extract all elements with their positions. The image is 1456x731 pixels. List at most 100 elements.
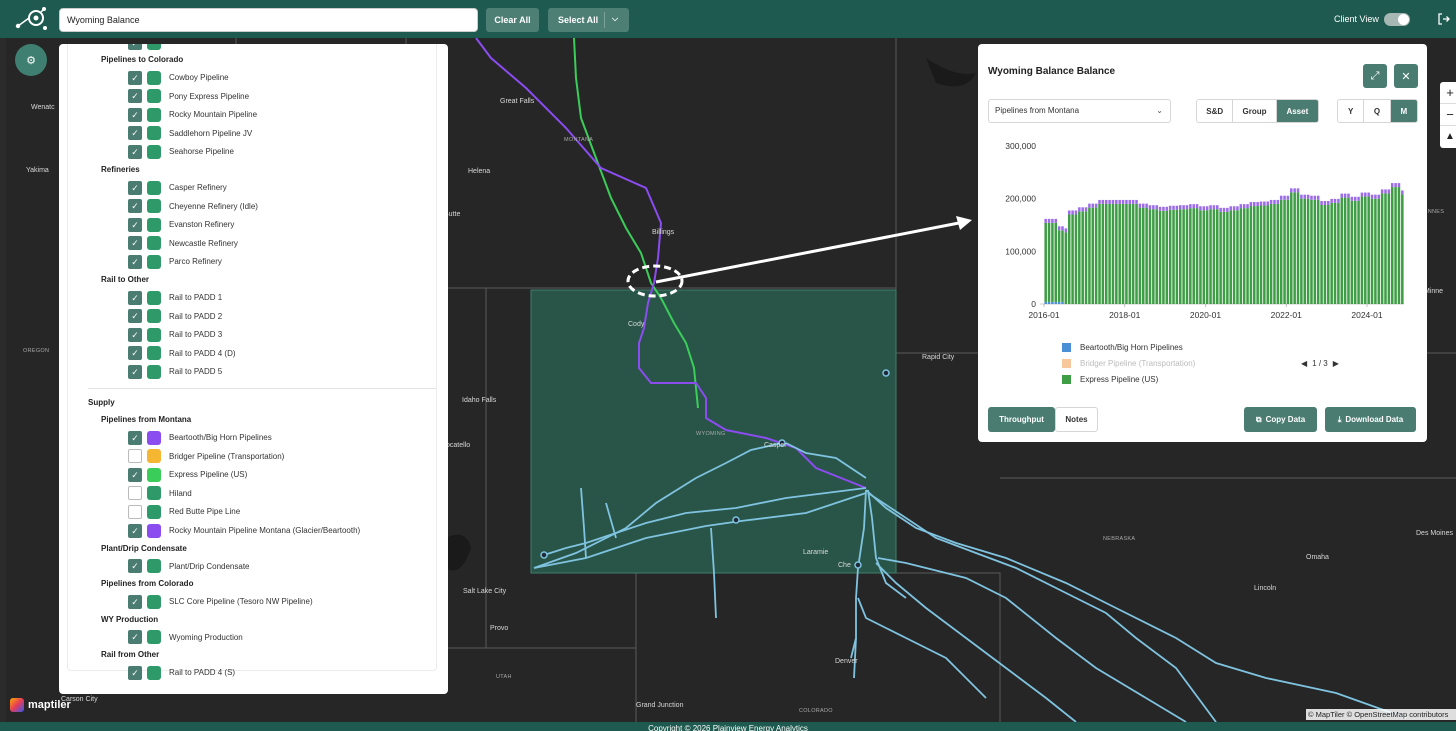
- layer-item[interactable]: ✓ Wyoming Production: [128, 630, 243, 645]
- layer-item[interactable]: ✓ Evanston Refinery: [128, 217, 234, 232]
- layer-color-swatch[interactable]: [147, 346, 161, 361]
- layer-color-swatch[interactable]: [147, 254, 161, 269]
- layer-color-swatch[interactable]: [147, 144, 161, 159]
- layer-checkbox[interactable]: ✓: [128, 236, 142, 251]
- layer-color-swatch[interactable]: [147, 126, 161, 141]
- layer-checkbox[interactable]: ✓: [128, 217, 142, 232]
- view-mode-asset[interactable]: Asset: [1276, 100, 1318, 122]
- layer-item[interactable]: Hiland: [128, 486, 192, 501]
- layer-checkbox[interactable]: ✓: [128, 107, 142, 122]
- layer-item[interactable]: ✓ Rail to PADD 1: [128, 290, 222, 305]
- layer-checkbox[interactable]: ✓: [128, 144, 142, 159]
- layer-color-swatch[interactable]: [147, 630, 161, 645]
- maptiler-logo[interactable]: maptiler: [10, 698, 71, 712]
- layer-item[interactable]: ✓ Rail to PADD 2: [128, 309, 222, 324]
- layer-color-swatch[interactable]: [147, 70, 161, 85]
- period-y[interactable]: Y: [1338, 100, 1365, 122]
- layer-item[interactable]: ✓ Rocky Mountain Pipeline Montana (Glacie…: [128, 523, 360, 538]
- chevron-down-icon[interactable]: ⌵: [612, 14, 618, 24]
- layer-checkbox[interactable]: [128, 504, 142, 519]
- map-attribution[interactable]: © MapTiler © OpenStreetMap contributors: [1306, 709, 1456, 720]
- layer-checkbox[interactable]: ✓: [128, 89, 142, 104]
- zoom-in-icon[interactable]: +: [1440, 82, 1456, 104]
- expand-button[interactable]: ⤢: [1363, 64, 1387, 88]
- layer-color-swatch[interactable]: [147, 430, 161, 445]
- view-mode-group[interactable]: Group: [1233, 100, 1277, 122]
- layer-color-swatch[interactable]: [147, 217, 161, 232]
- select-all-button[interactable]: Select All ⌵: [548, 8, 629, 32]
- layer-item[interactable]: ✓ Rocky Mountain Pipeline: [128, 107, 257, 122]
- layer-checkbox[interactable]: ✓: [128, 199, 142, 214]
- layer-item[interactable]: ✓ Rail to PADD 4 (S): [128, 665, 235, 680]
- layer-color-swatch[interactable]: [147, 290, 161, 305]
- layer-checkbox[interactable]: ✓: [128, 559, 142, 574]
- legend-item[interactable]: Express Pipeline (US): [1062, 375, 1158, 384]
- layer-item[interactable]: ✓ SLC Core Pipeline (Tesoro NW Pipeline): [128, 594, 313, 609]
- layer-checkbox[interactable]: ✓: [128, 594, 142, 609]
- layer-item[interactable]: ✓ Rail to PADD 3: [128, 327, 222, 342]
- layer-color-swatch[interactable]: [147, 665, 161, 680]
- tab-throughput[interactable]: Throughput: [988, 407, 1055, 432]
- layer-item[interactable]: ✓ Casper Refinery: [128, 180, 227, 195]
- period-m[interactable]: M: [1390, 100, 1417, 122]
- layer-item[interactable]: ✓ Beartooth/Big Horn Pipelines: [128, 430, 272, 445]
- zoom-out-icon[interactable]: −: [1440, 104, 1456, 126]
- layer-color-swatch[interactable]: [147, 364, 161, 379]
- compass-icon[interactable]: ▲: [1440, 126, 1456, 148]
- layer-color-swatch[interactable]: [147, 449, 161, 464]
- layer-checkbox[interactable]: ✓: [128, 430, 142, 445]
- layer-color-swatch[interactable]: [147, 559, 161, 574]
- layer-checkbox[interactable]: ✓: [128, 70, 142, 85]
- view-mode-sd[interactable]: S&D: [1197, 100, 1234, 122]
- period-q[interactable]: Q: [1364, 100, 1391, 122]
- layer-item[interactable]: ✓ Express Pipeline (US): [128, 467, 247, 482]
- legend-item[interactable]: Bridger Pipeline (Transportation): [1062, 359, 1195, 368]
- clear-all-button[interactable]: Clear All: [486, 8, 539, 32]
- layer-color-swatch[interactable]: [147, 199, 161, 214]
- layer-color-swatch[interactable]: [147, 467, 161, 482]
- layer-checkbox[interactable]: ✓: [128, 254, 142, 269]
- layer-checkbox[interactable]: [128, 486, 142, 501]
- layer-checkbox[interactable]: ✓: [128, 180, 142, 195]
- client-view-toggle[interactable]: [1384, 13, 1410, 26]
- prev-page-icon[interactable]: ◀: [1301, 359, 1307, 368]
- layer-color-swatch[interactable]: [147, 89, 161, 104]
- layer-color-swatch[interactable]: [147, 180, 161, 195]
- layer-color-swatch[interactable]: [147, 236, 161, 251]
- layer-item[interactable]: ✓: [128, 44, 161, 50]
- layer-checkbox[interactable]: ✓: [128, 126, 142, 141]
- layer-checkbox[interactable]: ✓: [128, 290, 142, 305]
- layer-color-swatch[interactable]: [147, 594, 161, 609]
- layer-checkbox[interactable]: ✓: [128, 523, 142, 538]
- download-data-button[interactable]: ⤓ Download Data: [1325, 407, 1416, 432]
- map-settings-button[interactable]: ⚙: [15, 44, 47, 76]
- layer-checkbox[interactable]: ✓: [128, 309, 142, 324]
- layer-item[interactable]: ✓ Rail to PADD 4 (D): [128, 346, 236, 361]
- throughput-chart[interactable]: 0 100,000 200,000 300,000 2016-01 2018-01 2020…: [988, 132, 1418, 324]
- legend-item[interactable]: Beartooth/Big Horn Pipelines: [1062, 343, 1183, 352]
- layer-checkbox[interactable]: ✓: [128, 364, 142, 379]
- layer-color-swatch[interactable]: [147, 107, 161, 122]
- layer-item[interactable]: Bridger Pipeline (Transportation): [128, 449, 284, 464]
- close-button[interactable]: ✕: [1394, 64, 1418, 88]
- layer-checkbox[interactable]: ✓: [128, 665, 142, 680]
- layer-item[interactable]: ✓ Cheyenne Refinery (Idle): [128, 199, 258, 214]
- layer-item[interactable]: ✓ Parco Refinery: [128, 254, 222, 269]
- layer-item[interactable]: ✓ Plant/Drip Condensate: [128, 559, 250, 574]
- layer-checkbox[interactable]: ✓: [128, 44, 142, 50]
- layer-color-swatch[interactable]: [147, 44, 161, 50]
- layer-item[interactable]: ✓ Saddlehorn Pipeline JV: [128, 126, 252, 141]
- layer-item[interactable]: Red Butte Pipe Line: [128, 504, 240, 519]
- layer-color-swatch[interactable]: [147, 523, 161, 538]
- app-logo-icon[interactable]: [14, 6, 48, 32]
- layer-checkbox[interactable]: ✓: [128, 630, 142, 645]
- layer-color-swatch[interactable]: [147, 486, 161, 501]
- layer-item[interactable]: ✓ Rail to PADD 5: [128, 364, 222, 379]
- layer-checkbox[interactable]: ✓: [128, 467, 142, 482]
- asset-group-dropdown[interactable]: Pipelines from Montana ⌄: [988, 99, 1171, 123]
- layer-checkbox[interactable]: ✓: [128, 346, 142, 361]
- layer-item[interactable]: ✓ Cowboy Pipeline: [128, 70, 229, 85]
- layer-item[interactable]: ✓ Pony Express Pipeline: [128, 89, 249, 104]
- copy-data-button[interactable]: ⧉ Copy Data: [1244, 407, 1317, 432]
- layer-checkbox[interactable]: ✓: [128, 327, 142, 342]
